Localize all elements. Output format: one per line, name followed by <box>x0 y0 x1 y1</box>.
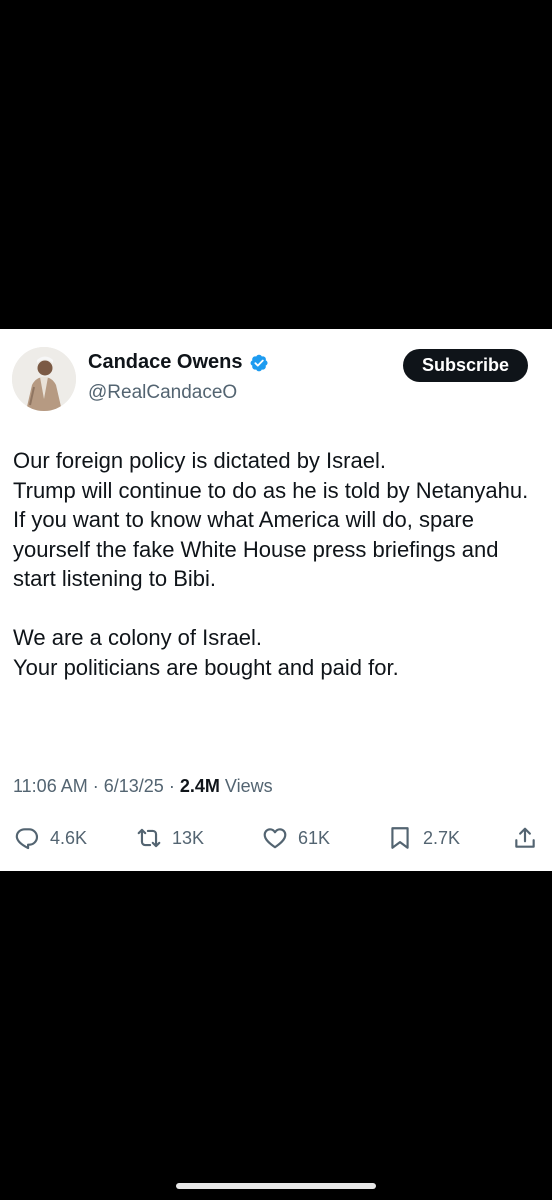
tweet-meta: 11:06 AM · 6/13/25 · 2.4M Views <box>13 776 273 797</box>
repost-count: 13K <box>172 827 205 848</box>
tweet-line: Your politicians are bought and paid for… <box>13 654 399 680</box>
like-count: 61K <box>298 827 331 848</box>
tweet-date[interactable]: 6/13/25 <box>104 776 164 796</box>
verified-badge-icon <box>250 354 268 371</box>
views-label: Views <box>224 776 273 796</box>
meta-separator: · <box>168 776 175 796</box>
views-count: 2.4M <box>179 776 220 796</box>
share-button[interactable] <box>512 821 538 855</box>
bookmark-button[interactable]: 2.7K <box>387 821 460 855</box>
reply-icon <box>15 828 39 850</box>
tweet-line: We are a colony of Israel. <box>13 625 263 650</box>
meta-separator: · <box>92 776 99 796</box>
tweet-time[interactable]: 11:06 AM <box>13 776 88 796</box>
action-bar: 4.6K 13K 61K 2.7K <box>0 821 552 855</box>
avatar[interactable] <box>12 347 76 411</box>
home-indicator <box>176 1183 376 1189</box>
tweet-line: Our foreign policy is dictated by Israel… <box>13 448 386 473</box>
repost-button[interactable]: 13K <box>136 821 204 855</box>
author-name[interactable]: Candace Owens <box>88 351 243 374</box>
heart-icon <box>263 828 287 849</box>
bookmark-icon <box>391 827 409 849</box>
repost-icon <box>137 828 161 848</box>
tweet-line: If you want to know what America will do… <box>13 507 499 591</box>
author-handle[interactable]: @RealCandaceO <box>88 382 237 404</box>
share-icon <box>515 827 535 848</box>
reply-count: 4.6K <box>50 827 88 848</box>
like-button[interactable]: 61K <box>262 821 330 855</box>
author-row: Candace Owens <box>88 351 269 374</box>
reply-button[interactable]: 4.6K <box>14 821 87 855</box>
tweet-card: Candace Owens @RealCandaceO Subscribe Ou… <box>0 329 552 871</box>
subscribe-button[interactable]: Subscribe <box>403 349 528 382</box>
tweet-line: Trump will continue to do as he is told … <box>13 477 529 503</box>
bookmark-count: 2.7K <box>423 827 461 848</box>
tweet-text: Our foreign policy is dictated by Israel… <box>13 446 539 682</box>
